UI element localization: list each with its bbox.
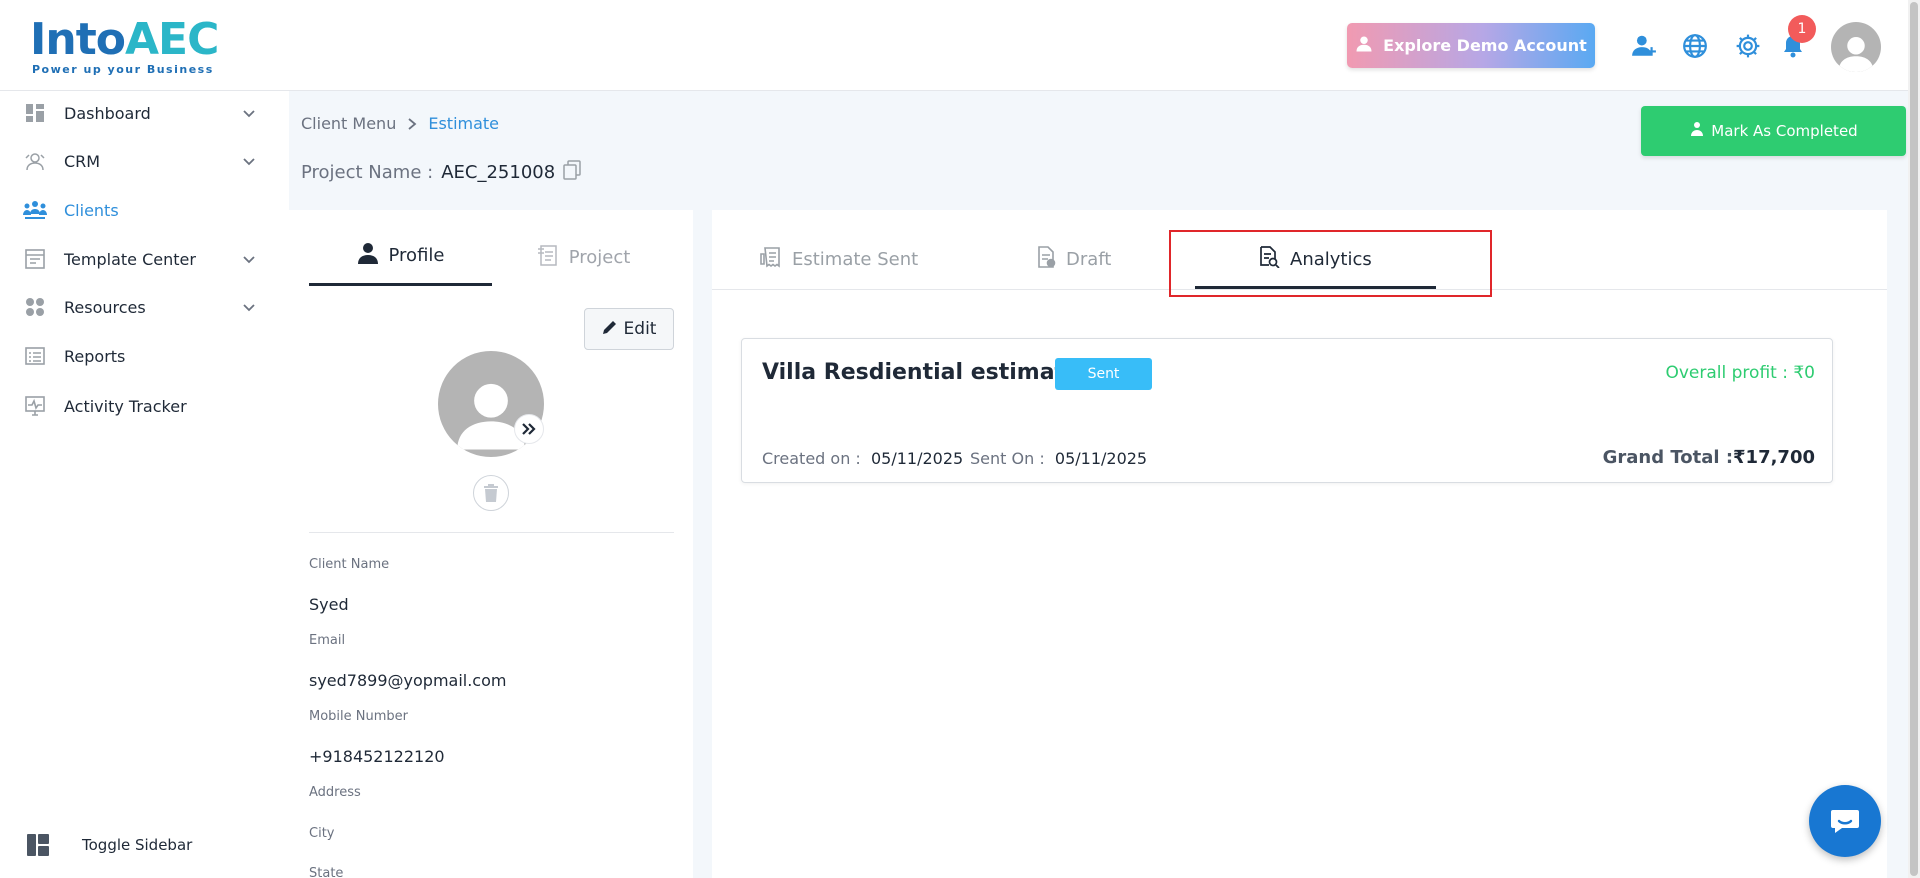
activity-icon <box>23 394 47 418</box>
project-name-value: AEC_251008 <box>441 162 556 183</box>
state-label: State <box>309 866 344 878</box>
copy-icon[interactable] <box>563 160 581 185</box>
project-name-label: Project Name : <box>301 162 434 183</box>
email-label: Email <box>309 633 346 648</box>
overall-profit: Overall profit : ₹0 <box>1665 363 1815 383</box>
chat-button[interactable] <box>1809 785 1881 857</box>
created-on-label: Created on : <box>762 449 861 468</box>
analytics-tab-highlight <box>1169 230 1492 297</box>
sidebar-item-dashboard[interactable]: Dashboard <box>0 91 289 135</box>
mobile-number-label: Mobile Number <box>309 709 408 724</box>
handshake-icon <box>1689 121 1705 141</box>
estimate-panel <box>712 210 1887 878</box>
sidebar-toggle-icon <box>26 833 50 857</box>
sidebar: Dashboard CRM Clients Template Center Re… <box>0 91 289 878</box>
grand-total: Grand Total :₹17,700 <box>1603 447 1815 468</box>
draft-document-icon <box>1036 245 1056 273</box>
tab-draft[interactable]: Draft <box>1036 234 1111 284</box>
sent-on-value: 05/11/2025 <box>1054 449 1148 468</box>
scrollbar-thumb[interactable] <box>1910 2 1918 876</box>
user-avatar[interactable] <box>1831 22 1881 72</box>
created-on: Created on : 05/11/2025 <box>762 449 963 468</box>
top-header: IntoAEC Power up your Business Explore D… <box>0 0 1908 91</box>
sidebar-item-label: Dashboard <box>64 103 151 123</box>
receipt-icon <box>760 246 782 273</box>
sidebar-item-activity-tracker[interactable]: Activity Tracker <box>0 384 289 428</box>
sidebar-item-resources[interactable]: Resources <box>0 285 289 329</box>
sidebar-item-crm[interactable]: CRM <box>0 139 289 183</box>
reports-icon <box>23 344 47 368</box>
pencil-icon <box>602 319 618 340</box>
clients-icon <box>23 198 47 222</box>
breadcrumb-client-menu[interactable]: Client Menu <box>301 114 396 133</box>
tab-draft-label: Draft <box>1066 248 1112 270</box>
sidebar-item-reports[interactable]: Reports <box>0 334 289 378</box>
person-icon <box>357 242 379 269</box>
sent-on: Sent On : 05/11/2025 <box>970 449 1147 468</box>
toggle-sidebar-button[interactable]: Toggle Sidebar <box>0 823 289 867</box>
resources-icon <box>23 295 47 319</box>
delete-avatar-button[interactable] <box>473 475 509 511</box>
edit-button[interactable]: Edit <box>584 308 674 350</box>
sidebar-item-label: Activity Tracker <box>64 396 187 416</box>
add-user-icon[interactable] <box>1630 32 1658 60</box>
status-badge: Sent <box>1055 358 1152 390</box>
tab-project[interactable]: Project <box>492 228 675 286</box>
dashboard-icon <box>23 101 47 125</box>
crm-icon <box>23 149 47 173</box>
sidebar-item-label: CRM <box>64 151 101 171</box>
address-label: Address <box>309 785 361 800</box>
breadcrumb-estimate: Estimate <box>428 114 500 133</box>
tab-project-label: Project <box>568 246 631 268</box>
chat-icon <box>1831 810 1859 833</box>
sidebar-item-label: Reports <box>64 346 126 366</box>
mobile-number-value: +918452122120 <box>309 747 445 766</box>
demo-button-label: Explore Demo Account <box>1383 36 1587 55</box>
settings-icon[interactable] <box>1734 32 1762 60</box>
breadcrumb: Client Menu Estimate <box>301 114 499 133</box>
tab-estimate-sent-label: Estimate Sent <box>792 248 919 270</box>
explore-demo-button[interactable]: Explore Demo Account <box>1347 23 1595 68</box>
chevron-down-icon <box>243 256 255 264</box>
sidebar-item-clients[interactable]: Clients <box>0 188 289 232</box>
edit-button-label: Edit <box>623 319 657 339</box>
grand-total-value: ₹17,700 <box>1733 447 1815 468</box>
tab-estimate-sent[interactable]: Estimate Sent <box>760 234 918 284</box>
sidebar-item-label: Template Center <box>64 249 196 269</box>
intoaec-logo[interactable]: IntoAEC Power up your Business <box>30 10 219 77</box>
profile-divider <box>309 532 674 533</box>
created-on-value: 05/11/2025 <box>870 449 964 468</box>
logo-text-aec: AEC <box>124 14 219 65</box>
grand-total-label: Grand Total : <box>1602 447 1734 468</box>
toggle-sidebar-label: Toggle Sidebar <box>82 836 193 854</box>
tab-profile-label: Profile <box>388 245 445 266</box>
client-name-value: Syed <box>309 595 349 614</box>
chevron-down-icon <box>243 110 255 118</box>
chevron-down-icon <box>243 158 255 166</box>
sidebar-item-template-center[interactable]: Template Center <box>0 237 289 281</box>
demo-user-icon <box>1355 35 1373 57</box>
logo-text-into: Into <box>30 14 126 65</box>
client-name-label: Client Name <box>309 557 390 572</box>
chevron-right-icon <box>408 117 417 130</box>
globe-icon[interactable] <box>1681 32 1709 60</box>
tab-profile[interactable]: Profile <box>309 228 492 286</box>
page-scrollbar[interactable] <box>1908 0 1920 878</box>
chevron-down-icon <box>243 304 255 312</box>
email-value: syed7899@yopmail.com <box>309 671 507 690</box>
logo-tagline: Power up your Business <box>32 63 214 76</box>
estimate-title[interactable]: Villa Resdiential estimate <box>762 360 1080 385</box>
mark-as-completed-label: Mark As Completed <box>1711 122 1858 140</box>
city-label: City <box>309 826 335 841</box>
project-document-icon <box>537 244 559 271</box>
sidebar-item-label: Resources <box>64 297 146 317</box>
notification-badge: 1 <box>1788 15 1816 43</box>
sidebar-item-label: Clients <box>64 200 119 220</box>
sent-on-label: Sent On : <box>970 449 1045 468</box>
double-chevron-right-icon[interactable] <box>514 414 544 444</box>
template-icon <box>23 247 47 271</box>
trash-icon <box>484 484 498 502</box>
project-name: Project Name : AEC_251008 <box>301 160 581 185</box>
mark-as-completed-button[interactable]: Mark As Completed <box>1641 106 1906 156</box>
